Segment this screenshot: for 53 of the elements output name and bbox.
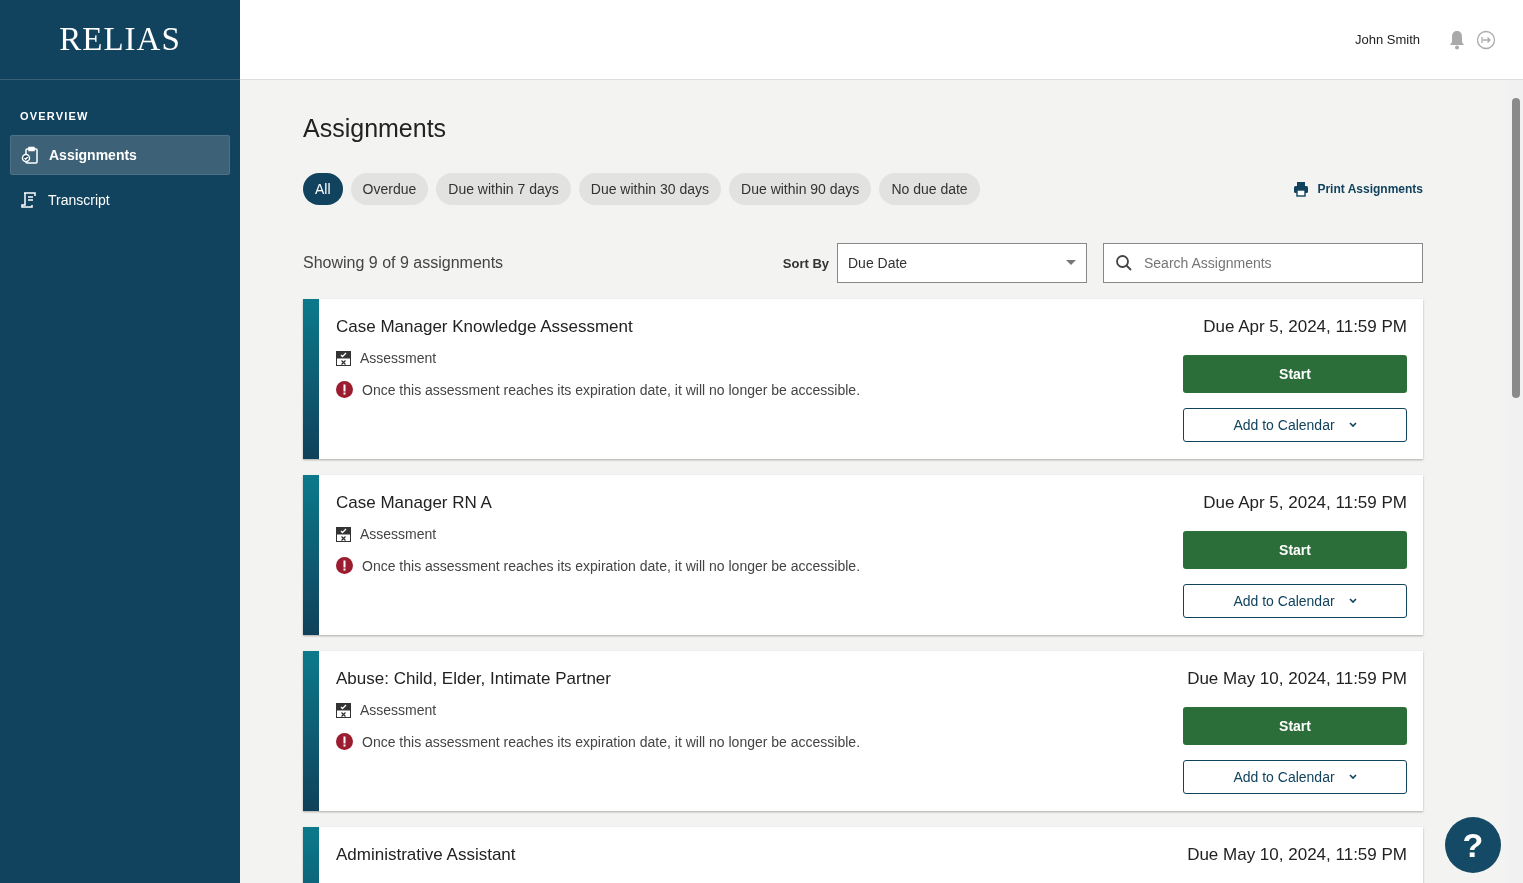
expiration-warning: Once this assessment reaches its expiration date, it will no longer be accessible. [362,733,861,750]
filter-chip[interactable]: Due within 7 days [436,173,571,205]
search-field[interactable]: Search Assignments [1103,243,1423,283]
sort-label: Sort By [782,255,829,271]
assignment-type: Assessment [360,702,437,718]
filter-chip[interactable]: Due within 90 days [729,173,872,205]
start-button[interactable]: Start [1183,355,1407,393]
assignment-title[interactable]: Administrative Assistant [336,845,516,865]
nav-item[interactable]: Transcript [10,180,230,220]
result-count: Showing 9 of 9 assignments [303,254,505,272]
user-name: John Smith [1354,32,1420,47]
filter-chip[interactable]: Due within 30 days [578,173,722,205]
assignment-title[interactable]: Case Manager RN A [336,493,861,513]
due-date: Due May 10, 2024, 11:59 PM [1187,669,1407,689]
assignment-type: Assessment [360,350,437,366]
checklist-icon [336,702,351,718]
alert-icon [336,557,353,574]
chevron-icon [1348,598,1357,604]
add-to-calendar-button[interactable]: Add to Calendar [1183,760,1407,794]
print-link[interactable]: Print Assignments [1293,181,1423,197]
section-heading: OVERVIEW [20,110,90,122]
alert-icon [336,733,353,750]
assignment-title[interactable]: Case Manager Knowledge Assessment [336,317,861,337]
start-button[interactable]: Start [1183,531,1407,569]
assignment-type: Assessment [360,526,437,542]
nav-item[interactable]: Assignments [10,135,230,175]
checklist-icon [336,526,351,542]
filter-chip[interactable]: All [303,173,343,205]
due-date: Due Apr 5, 2024, 11:59 PM [1203,317,1407,337]
scroll-icon [20,191,38,209]
printer-icon [1293,181,1310,197]
caret-icon [1066,260,1076,266]
logout-icon[interactable] [1476,29,1496,50]
add-to-calendar-button[interactable]: Add to Calendar [1183,408,1407,442]
help-button[interactable]: ? [1445,817,1501,873]
expiration-warning: Once this assessment reaches its expiration date, it will no longer be accessible. [362,557,861,574]
due-date: Due Apr 5, 2024, 11:59 PM [1203,493,1407,513]
assignment-title[interactable]: Abuse: Child, Elder, Intimate Partner [336,669,861,689]
expiration-warning: Once this assessment reaches its expiration date, it will no longer be accessible. [362,381,861,398]
due-date: Due May 10, 2024, 11:59 PM [1187,845,1407,865]
alert-icon [336,381,353,398]
filter-chip[interactable]: Overdue [350,173,429,205]
page-title: Assignments [303,114,448,143]
chevron-icon [1348,774,1357,780]
checklist-icon [336,350,351,366]
filter-chip[interactable]: No due date [879,173,980,205]
sort-dropdown[interactable]: Due Date [837,243,1087,283]
start-button[interactable]: Start [1183,707,1407,745]
clipboard-icon [21,146,39,164]
logo: RELIAS [59,21,181,58]
add-to-calendar-button[interactable]: Add to Calendar [1183,584,1407,618]
bell-icon[interactable] [1448,29,1466,50]
chevron-icon [1348,422,1357,428]
